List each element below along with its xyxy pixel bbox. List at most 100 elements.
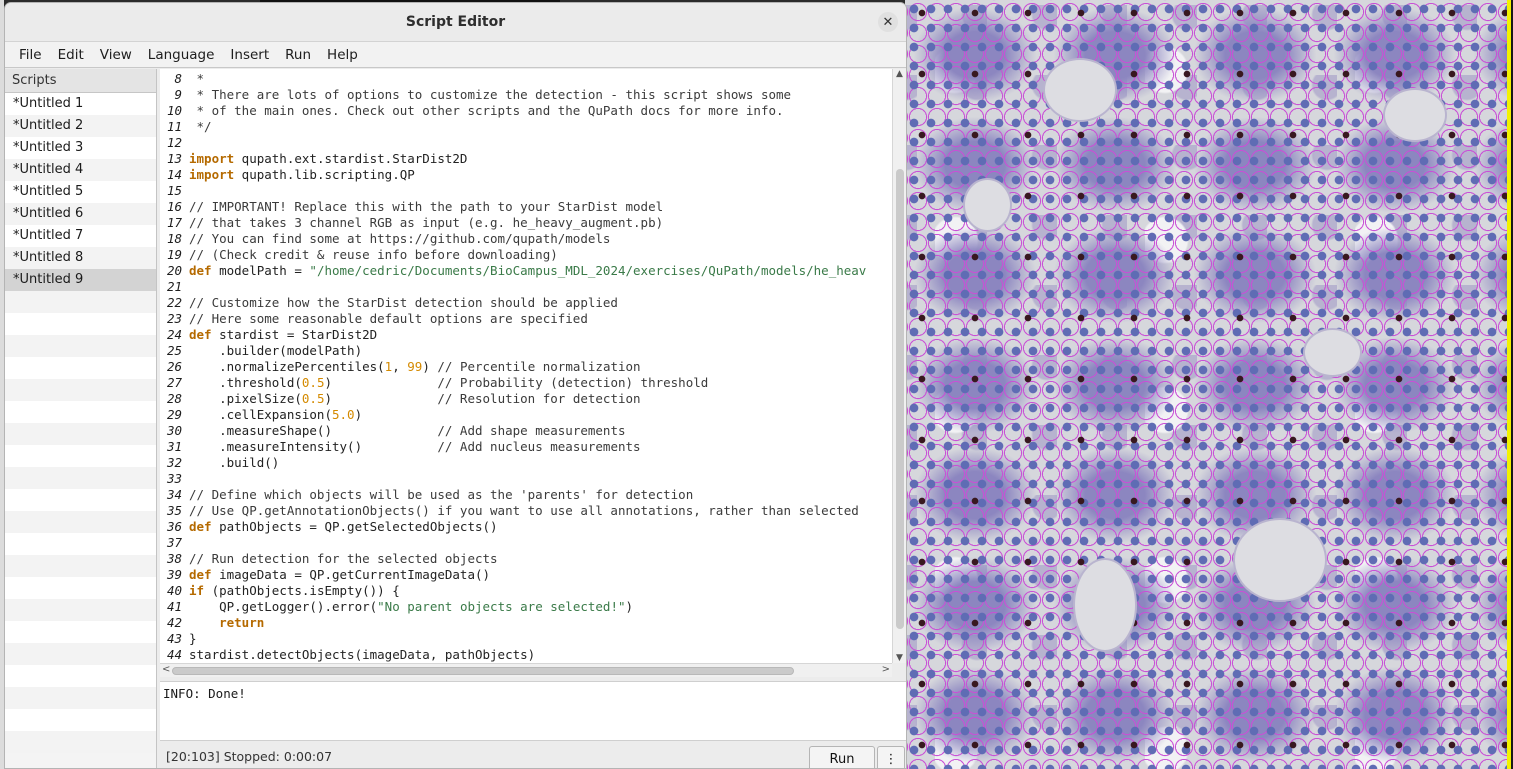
code-number: 0.5 [301, 391, 325, 406]
line-number: 19 [166, 247, 182, 262]
empty-list-row [5, 687, 156, 709]
line-number: 26 [166, 359, 182, 374]
empty-list-row [5, 379, 156, 401]
line-number: 31 [166, 439, 182, 454]
script-list-item[interactable]: *Untitled 5 [5, 181, 156, 203]
code-comment: // Add shape measurements [437, 423, 626, 438]
empty-list-row [5, 335, 156, 357]
line-text: // Here some reasonable default options … [185, 311, 588, 327]
code-string: "No parent objects are selected!" [377, 599, 626, 614]
tissue-gap [1305, 330, 1360, 375]
tissue-gap [1385, 90, 1445, 140]
line-number: 38 [166, 551, 182, 566]
script-list-item[interactable]: *Untitled 2 [5, 115, 156, 137]
empty-list-row [5, 577, 156, 599]
line-number: 33 [166, 471, 182, 486]
microscopy-image-viewer[interactable] [905, 0, 1507, 769]
menu-language[interactable]: Language [140, 47, 223, 63]
script-list-item[interactable]: *Untitled 4 [5, 159, 156, 181]
scroll-down-icon[interactable]: ▼ [896, 653, 903, 663]
code-comment: // Resolution for detection [437, 391, 641, 406]
code-comment: // Here some reasonable default options … [189, 311, 588, 326]
line-number: 40 [166, 583, 182, 598]
empty-list-row [5, 665, 156, 687]
code-comment: // that takes 3 channel RGB as input (e.… [189, 215, 664, 230]
code-line: 8 * [160, 71, 866, 87]
code-line: 36 def pathObjects = QP.getSelectedObject… [160, 519, 866, 535]
menu-insert[interactable]: Insert [222, 47, 277, 63]
menu-edit[interactable]: Edit [50, 47, 92, 63]
vertical-scroll-thumb[interactable] [896, 169, 904, 629]
empty-list-row [5, 401, 156, 423]
script-list-item[interactable]: *Untitled 9 [5, 269, 156, 291]
editor-horizontal-scrollbar[interactable]: < > [160, 663, 892, 677]
line-number: 36 [166, 519, 182, 534]
scroll-left-icon[interactable]: < [162, 664, 170, 675]
title-bar[interactable]: Script Editor ✕ [5, 3, 906, 42]
empty-list-row [5, 467, 156, 489]
code-token: qupath.ext.stardist.StarDist2D [234, 151, 468, 166]
empty-list-row [5, 731, 156, 753]
code-comment: // IMPORTANT! Replace this with the path… [189, 199, 664, 214]
line-number: 29 [166, 407, 182, 422]
horizontal-scroll-thumb[interactable] [172, 667, 794, 675]
code-comment: // You can find some at https://github.c… [189, 231, 611, 246]
code-token: .measureIntensity() [189, 439, 438, 454]
code-keyword: def [189, 567, 212, 582]
script-list-item[interactable]: *Untitled 3 [5, 137, 156, 159]
line-text: def pathObjects = QP.getSelectedObjects(… [185, 519, 498, 535]
code-line: 32 .build() [160, 455, 866, 471]
menu-file[interactable]: File [11, 47, 50, 63]
code-line: 28 .pixelSize(0.5) // Resolution for det… [160, 391, 866, 407]
code-comment: // Add nucleus measurements [437, 439, 641, 454]
line-text: .measureIntensity() // Add nucleus measu… [185, 439, 641, 455]
line-text: // Customize how the StarDist detection … [185, 295, 618, 311]
scripts-header: Scripts [5, 69, 156, 93]
run-options-button[interactable]: ⋮ [877, 746, 905, 768]
code-string: "/home/cedric/Documents/BioCampus_MDL_20… [309, 263, 867, 278]
code-token: modelPath = [211, 263, 310, 278]
line-number: 10 [166, 103, 182, 118]
code-token: stardist = StarDist2D [211, 327, 378, 342]
code-keyword: import [189, 167, 235, 182]
code-line: 14 import qupath.lib.scripting.QP [160, 167, 866, 183]
line-text: import qupath.lib.scripting.QP [185, 167, 415, 183]
script-list-item[interactable]: *Untitled 1 [5, 93, 156, 115]
line-number: 8 [174, 71, 182, 86]
status-text: [20:103] Stopped: 0:00:07 [166, 749, 333, 764]
line-number: 41 [166, 599, 182, 614]
line-number: 13 [166, 151, 182, 166]
scroll-up-icon[interactable]: ▲ [896, 69, 903, 79]
console-output[interactable]: INFO: Done! [160, 681, 906, 741]
code-comment: */ [189, 119, 212, 134]
line-text: .build() [185, 455, 279, 471]
run-button[interactable]: Run [809, 746, 875, 768]
code-line: 37 [160, 535, 866, 551]
line-text: // IMPORTANT! Replace this with the path… [185, 199, 663, 215]
line-number: 22 [166, 295, 182, 310]
close-icon: ✕ [882, 14, 894, 30]
line-number: 34 [166, 487, 182, 502]
menu-run[interactable]: Run [277, 47, 319, 63]
scroll-right-icon[interactable]: > [882, 664, 890, 675]
more-options-icon: ⋮ [884, 751, 898, 767]
empty-list-row [5, 489, 156, 511]
code-token: qupath.lib.scripting.QP [234, 167, 415, 182]
script-list-item[interactable]: *Untitled 7 [5, 225, 156, 247]
line-number: 18 [166, 231, 182, 246]
code-editor[interactable]: 8 * 9 * There are lots of options to cust… [160, 69, 892, 663]
empty-list-row [5, 621, 156, 643]
editor-vertical-scrollbar[interactable]: ▲ ▼ [892, 69, 906, 663]
close-button[interactable]: ✕ [878, 12, 898, 32]
code-line: 9 * There are lots of options to customi… [160, 87, 866, 103]
line-text: .pixelSize(0.5) // Resolution for detect… [185, 391, 641, 407]
line-text: * of the main ones. Check out other scri… [185, 103, 784, 119]
menu-view[interactable]: View [92, 47, 140, 63]
line-text: // Define which objects will be used as … [185, 487, 693, 503]
script-list-item[interactable]: *Untitled 8 [5, 247, 156, 269]
script-list-item[interactable]: *Untitled 6 [5, 203, 156, 225]
code-token: imageData = QP.getCurrentImageData() [211, 567, 491, 582]
tissue-gap [965, 180, 1010, 230]
menu-help[interactable]: Help [319, 47, 366, 63]
